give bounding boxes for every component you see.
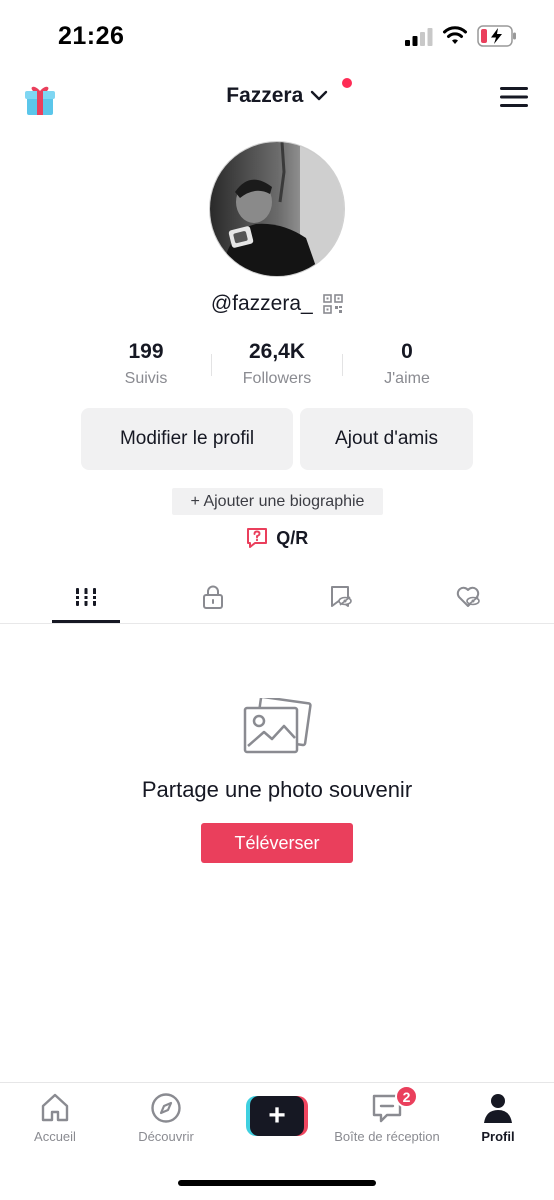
username-row: @fazzera_ xyxy=(0,292,554,316)
nav-label: Accueil xyxy=(34,1129,76,1144)
content-tabs xyxy=(0,570,554,624)
person-icon xyxy=(484,1094,512,1123)
nav-home[interactable]: Accueil xyxy=(0,1091,110,1144)
qr-code-icon[interactable] xyxy=(323,294,343,314)
add-bio-button[interactable]: + Ajouter une biographie xyxy=(172,488,383,515)
plus-icon: + xyxy=(250,1096,304,1136)
home-indicator[interactable] xyxy=(178,1180,376,1186)
active-tab-indicator xyxy=(52,620,120,623)
avatar[interactable] xyxy=(209,141,345,277)
tab-saved[interactable] xyxy=(272,570,410,624)
cellular-signal-icon xyxy=(405,28,433,46)
tab-liked[interactable] xyxy=(399,570,537,624)
status-time: 21:26 xyxy=(58,22,125,50)
hidden-heart-icon xyxy=(456,586,480,607)
lock-icon xyxy=(203,585,223,609)
grid-icon xyxy=(74,588,98,606)
stat-following[interactable]: 199 Suivis xyxy=(81,340,211,388)
photo-icon xyxy=(243,698,312,754)
account-switcher[interactable]: Fazzera xyxy=(0,84,554,108)
tab-videos[interactable] xyxy=(17,570,155,624)
chevron-down-icon[interactable] xyxy=(310,90,328,102)
edit-profile-button[interactable]: Modifier le profil xyxy=(81,408,293,470)
status-bar: 21:26 xyxy=(0,0,554,70)
add-friends-button[interactable]: Ajout d'amis xyxy=(300,408,473,470)
wifi-icon xyxy=(443,26,467,44)
create-button[interactable]: + xyxy=(246,1096,308,1136)
nav-label: Profil xyxy=(481,1129,515,1144)
nav-inbox[interactable]: Boîte de réception xyxy=(332,1091,442,1144)
hamburger-menu-icon[interactable] xyxy=(500,86,528,108)
nav-label: Boîte de réception xyxy=(334,1129,440,1144)
profile-stats: 199 Suivis 26,4K Followers 0 J'aime xyxy=(0,340,554,392)
battery-icon xyxy=(477,25,516,47)
stat-label: Suivis xyxy=(124,370,168,387)
hidden-bookmark-icon xyxy=(331,586,352,607)
tab-private[interactable] xyxy=(144,570,282,624)
qa-label[interactable]: Q/R xyxy=(276,528,308,548)
account-name[interactable]: Fazzera xyxy=(226,84,303,107)
stat-followers[interactable]: 26,4K Followers xyxy=(212,340,342,388)
stat-value: 26,4K xyxy=(248,340,306,363)
home-icon xyxy=(41,1093,69,1122)
compass-icon xyxy=(151,1093,181,1123)
inbox-badge: 2 xyxy=(395,1085,418,1108)
username: @fazzera_ xyxy=(210,292,313,315)
stat-value: 199 xyxy=(128,340,164,363)
qa-link[interactable]: Q/R xyxy=(0,527,554,549)
empty-state-title: Partage une photo souvenir xyxy=(141,777,413,802)
nav-profile[interactable]: Profil xyxy=(443,1091,553,1144)
stat-label: J'aime xyxy=(384,370,430,387)
stat-label: Followers xyxy=(242,370,312,387)
profile-header: Fazzera xyxy=(0,70,554,130)
stat-likes[interactable]: 0 J'aime xyxy=(342,340,472,388)
stat-value: 0 xyxy=(401,340,413,363)
nav-label: Découvrir xyxy=(138,1129,194,1144)
question-bubble-icon[interactable] xyxy=(246,527,268,549)
upload-button[interactable]: Téléverser xyxy=(201,823,353,863)
nav-discover[interactable]: Découvrir xyxy=(111,1091,221,1144)
notification-dot xyxy=(342,78,352,88)
